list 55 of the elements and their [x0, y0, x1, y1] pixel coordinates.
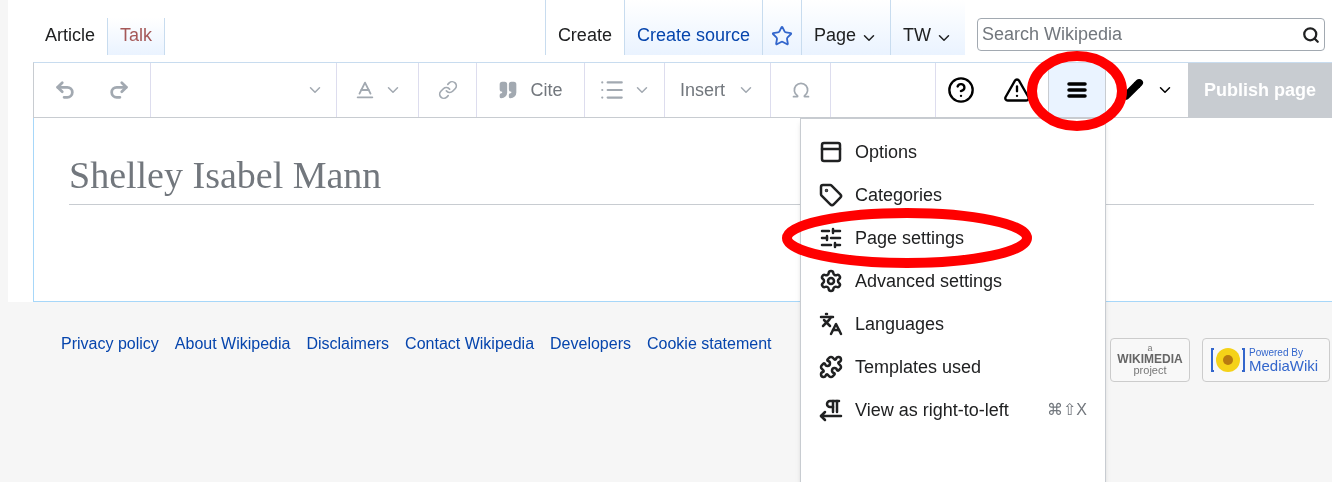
menu-item-label: Languages [855, 312, 946, 336]
badge-text: MediaWiki [1249, 357, 1319, 373]
wikimedia-badge[interactable]: a WIKIMEDIA project [1110, 338, 1190, 382]
footer-link[interactable]: Disclaimers [306, 332, 390, 356]
omega-icon [790, 80, 811, 100]
translate-icon [819, 312, 843, 336]
redo-icon [108, 79, 130, 101]
star-icon [770, 25, 793, 47]
insert-button[interactable]: Insert [665, 63, 771, 117]
cite-button[interactable]: Cite [477, 63, 585, 117]
badge-text: project [1133, 365, 1167, 376]
menu-item[interactable]: Page settings [801, 220, 1105, 256]
footer-link[interactable]: About Wikipedia [174, 332, 291, 356]
footer-link[interactable]: Developers [550, 332, 631, 356]
menu-item[interactable]: Advanced settings [801, 263, 1105, 299]
sunflower-icon [1211, 345, 1245, 375]
menu-item-label: Page settings [855, 226, 966, 250]
undo-button[interactable] [54, 79, 76, 101]
tag-icon [819, 183, 843, 207]
menu-item-label: View as right-to-left [855, 398, 1010, 422]
watch-button[interactable] [761, 0, 801, 55]
panel-icon [819, 140, 843, 164]
footer-link[interactable]: Cookie statement [647, 332, 772, 356]
text-direction-icon [819, 398, 843, 422]
menu-tab[interactable]: TW [890, 0, 965, 55]
link-icon [437, 80, 458, 100]
badge-text: a [1147, 344, 1153, 353]
mediawiki-badge[interactable]: Powered By MediaWiki [1202, 338, 1330, 382]
undo-icon [54, 79, 76, 101]
action-tab[interactable]: Create source [623, 0, 762, 55]
menu-item[interactable]: Templates used [801, 349, 1105, 385]
help-icon [947, 76, 975, 104]
puzzle-icon [819, 355, 843, 379]
sliders-icon [819, 226, 843, 250]
gear-icon [819, 269, 843, 293]
search-icon [1302, 25, 1320, 44]
menu-item-label: Templates used [855, 355, 983, 379]
warning-icon [1003, 76, 1031, 104]
search-box[interactable]: Search Wikipedia [977, 18, 1325, 51]
menu-tab[interactable]: Page [800, 0, 890, 55]
menu-item-label: Categories [855, 183, 944, 207]
quote-icon [498, 80, 519, 100]
namespace-tab[interactable]: Talk [108, 18, 166, 55]
search-field[interactable]: Search Wikipedia [982, 21, 1302, 48]
footer-link[interactable]: Privacy policy [61, 332, 159, 356]
badge-text: WIKIMEDIA [1117, 353, 1183, 365]
menu-button[interactable] [1048, 63, 1106, 117]
redo-button[interactable] [108, 79, 130, 101]
shortcut-label: ⌘⇧X [1047, 400, 1087, 420]
footer-link[interactable]: Contact Wikipedia [405, 332, 535, 356]
menu-item-label: Advanced settings [855, 269, 1004, 293]
menu-icon [1067, 81, 1087, 99]
badge-text: Powered By [1249, 347, 1304, 358]
menu-item[interactable]: View as right-to-left ⌘⇧X [801, 392, 1105, 428]
menu-item[interactable]: Languages [801, 306, 1105, 342]
